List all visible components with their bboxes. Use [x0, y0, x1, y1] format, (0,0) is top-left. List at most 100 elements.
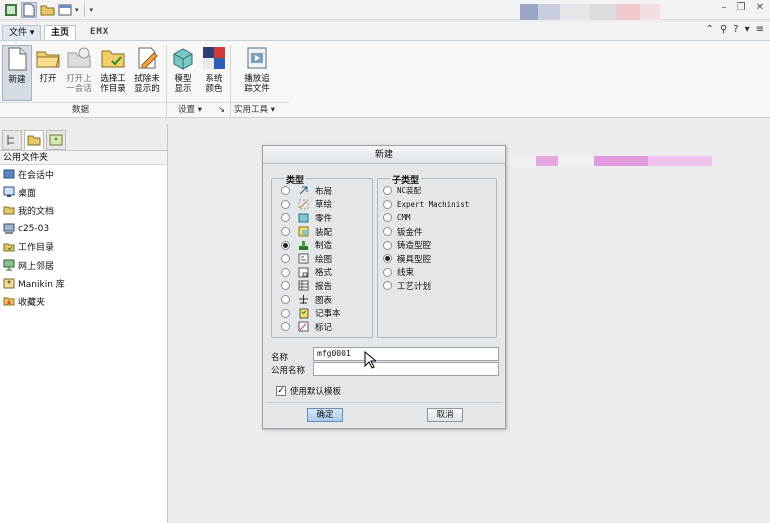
radio-button[interactable] — [383, 240, 392, 250]
common-name-label: 公用名称 — [271, 366, 306, 376]
name-input[interactable]: mfg0001 — [313, 347, 499, 361]
ok-button[interactable]: 确定 — [307, 408, 343, 422]
new-file-icon[interactable] — [21, 1, 37, 18]
tab-home[interactable]: 主页 — [44, 25, 77, 40]
type-option[interactable]: 装配 — [281, 225, 332, 239]
use-default-template-checkbox[interactable]: ✓ — [276, 386, 286, 396]
subtype-option[interactable]: 模具型腔 — [383, 252, 431, 266]
subtype-option-label: NC装配 — [397, 186, 422, 196]
radio-button[interactable] — [383, 267, 392, 277]
radio-button[interactable] — [281, 267, 290, 277]
group-utilities-label[interactable]: 实用工具 ▾ — [234, 103, 275, 117]
subtype-option[interactable]: 工艺计划 — [383, 279, 431, 293]
open-last-session-button[interactable]: 打开上 一会话 — [63, 45, 95, 94]
subtype-option-label: 工艺计划 — [397, 281, 432, 292]
radio-button[interactable] — [281, 295, 290, 305]
type-option[interactable]: 格式 — [281, 266, 332, 280]
subtype-option[interactable]: NC装配 — [383, 184, 421, 198]
type-option[interactable]: 绘图 — [281, 252, 332, 266]
desktop-icon — [3, 186, 15, 198]
radio-button[interactable] — [281, 199, 290, 209]
radio-button[interactable] — [383, 281, 392, 291]
network-icon — [3, 259, 15, 271]
radio-button[interactable] — [281, 227, 290, 237]
restore-icon[interactable]: ❐ — [737, 2, 746, 13]
folder-item-computer[interactable]: c25-03 — [0, 220, 167, 238]
type-option[interactable]: 报告 — [281, 279, 332, 293]
radio-button[interactable] — [383, 199, 392, 209]
folder-browser-tab[interactable] — [24, 130, 44, 150]
subtype-option[interactable]: 钣金件 — [383, 225, 423, 239]
close-icon[interactable]: ✕ — [756, 2, 764, 13]
favorites-icon — [3, 297, 15, 306]
play-trail-file-label: 播放追 踪文件 — [244, 74, 270, 94]
type-option-label: 装配 — [315, 227, 333, 238]
minimize-icon[interactable]: – — [722, 2, 727, 13]
collapse-ribbon-icon[interactable]: ⌃ — [706, 24, 714, 35]
model-display-icon — [170, 45, 196, 71]
subtype-option[interactable]: Expert Machinist — [383, 198, 469, 212]
folder-item-desktop[interactable]: 桌面 — [0, 183, 167, 201]
folder-item-favorites[interactable]: 收藏夹 — [0, 292, 167, 310]
window-icon[interactable] — [57, 2, 73, 18]
open-button[interactable]: 打开 — [33, 45, 63, 84]
folder-item-label: 收藏夹 — [18, 297, 46, 308]
type-option[interactable]: 草绘 — [281, 198, 332, 212]
type-option-label: 草绘 — [315, 200, 333, 211]
radio-button[interactable] — [281, 308, 290, 318]
subtype-option-label: 铸造型腔 — [397, 241, 432, 252]
customize-toolbar-icon[interactable]: ▾ — [90, 6, 94, 14]
tab-file[interactable]: 文件 ▾ — [2, 25, 42, 40]
radio-button[interactable] — [281, 240, 290, 250]
folder-item-network[interactable]: 网上邻居 — [0, 256, 167, 274]
dialog-launcher-icon[interactable]: ↘ — [218, 103, 225, 117]
type-option[interactable]: 制造 — [281, 238, 332, 252]
system-colors-button[interactable]: 系统 颜色 — [199, 45, 229, 94]
radio-button[interactable] — [383, 213, 392, 223]
group-settings-label[interactable]: 设置 ▾ — [178, 103, 202, 117]
model-display-button[interactable]: 模型 显示 — [168, 45, 198, 94]
type-option[interactable]: 布局 — [281, 184, 332, 198]
erase-not-displayed-button[interactable]: 拭除未 显示的 — [131, 45, 163, 94]
tab-emx[interactable]: EMX — [84, 25, 115, 40]
folder-item-label: c25-03 — [18, 223, 50, 234]
dropdown-arrow-icon[interactable]: ▾ — [75, 6, 79, 14]
subtype-option[interactable]: 线束 — [383, 266, 414, 280]
radio-button[interactable] — [383, 254, 392, 264]
type-option[interactable]: 记事本 — [281, 306, 341, 320]
open-folder-icon[interactable] — [39, 2, 55, 18]
type-option[interactable]: 零件 — [281, 211, 332, 225]
chevron-down-icon[interactable]: ▾ — [745, 24, 750, 35]
common-name-input[interactable] — [313, 362, 499, 376]
new-button[interactable]: 新建 — [2, 45, 32, 101]
search-icon[interactable]: ⚲ — [720, 24, 727, 35]
subtype-option[interactable]: 铸造型腔 — [383, 238, 431, 252]
cancel-button[interactable]: 取消 — [427, 408, 463, 422]
radio-button[interactable] — [281, 254, 290, 264]
select-working-dir-button[interactable]: 选择工 作目录 — [97, 45, 129, 94]
radio-button[interactable] — [281, 281, 290, 291]
favorites-tab[interactable] — [46, 130, 66, 150]
radio-button[interactable] — [383, 227, 392, 237]
folder-item-working-directory[interactable]: 工作目录 — [0, 238, 167, 256]
folder-item-my-documents[interactable]: 我的文档 — [0, 201, 167, 219]
dialog-button-bar: 确定 取消 — [265, 402, 503, 425]
type-option[interactable]: 图表 — [281, 293, 332, 307]
manikin-library-icon — [3, 278, 15, 289]
folder-item-in-session[interactable]: 在会话中 — [0, 165, 167, 183]
more-icon[interactable]: ≡ — [756, 24, 764, 35]
model-tree-tab[interactable] — [2, 130, 22, 150]
type-option-label: 格式 — [315, 268, 333, 279]
new-button-label: 新建 — [8, 75, 26, 85]
folder-item-manikin-library[interactable]: Manikin 库 — [0, 274, 167, 292]
play-trail-file-button[interactable]: 播放追 踪文件 — [240, 45, 274, 94]
help-icon[interactable]: ? — [733, 24, 738, 35]
notebook-icon — [299, 308, 309, 319]
subtype-option[interactable]: CMM — [383, 211, 411, 225]
app-logo-icon[interactable] — [3, 2, 19, 18]
radio-button[interactable] — [281, 322, 290, 332]
type-option[interactable]: 标记 — [281, 320, 332, 334]
radio-button[interactable] — [281, 186, 290, 196]
radio-button[interactable] — [281, 213, 290, 223]
radio-button[interactable] — [383, 186, 392, 196]
